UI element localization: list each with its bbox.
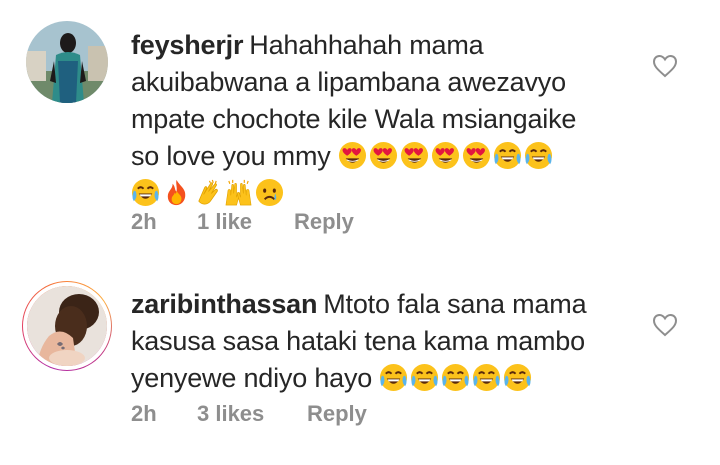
like-heart-icon[interactable] <box>652 54 678 78</box>
comment-timestamp: 2h <box>131 401 157 426</box>
raising-hands-icon <box>224 178 253 207</box>
comment-line: yenyewe ndiyo hayo <box>131 363 373 393</box>
tears-of-joy-icon <box>379 363 408 392</box>
comment-text: feysherjr Hahahhahah mama akuibabwana a l… <box>131 27 631 212</box>
reply-button[interactable]: Reply <box>294 209 354 235</box>
comment-item: zaribinthassan Mtoto fala sana mama kasus… <box>0 270 720 465</box>
comment-text: zaribinthassan Mtoto fala sana mama kasus… <box>131 286 631 397</box>
comment-timestamp: 2h <box>131 209 157 234</box>
heart-eyes-icon <box>400 141 429 170</box>
comment-line: Hahahhahah mama <box>249 30 484 60</box>
heart-eyes-icon <box>338 141 367 170</box>
crying-face-icon <box>255 178 284 207</box>
like-heart-icon[interactable] <box>652 313 678 337</box>
reply-button[interactable]: Reply <box>307 401 367 427</box>
tears-of-joy-icon <box>524 141 553 170</box>
comment-line: Mtoto fala sana mama <box>323 289 587 319</box>
fire-icon <box>162 178 191 207</box>
tears-of-joy-icon <box>472 363 501 392</box>
emoji-row <box>331 141 555 171</box>
comment-username[interactable]: feysherjr <box>131 30 243 60</box>
avatar[interactable] <box>23 282 111 370</box>
comment-line: akuibabwana a lipambana awezavyo <box>131 67 566 97</box>
comment-meta: 2h 3 likes Reply <box>131 401 367 427</box>
heart-eyes-icon <box>462 141 491 170</box>
heart-eyes-icon <box>431 141 460 170</box>
emoji-row <box>372 363 534 393</box>
comment-likes[interactable]: 3 likes <box>197 401 307 427</box>
heart-eyes-icon <box>369 141 398 170</box>
comment-username[interactable]: zaribinthassan <box>131 289 317 319</box>
comment-line: so love you mmy <box>131 141 331 171</box>
clapping-hands-icon <box>193 178 222 207</box>
emoji-row <box>131 178 286 208</box>
tears-of-joy-icon <box>493 141 522 170</box>
avatar-story-ring[interactable] <box>22 281 112 371</box>
comment-line: kasusa sasa hataki tena kama mambo <box>131 326 585 356</box>
tears-of-joy-icon <box>131 178 160 207</box>
comment-line: mpate chochote kile Wala msiangaike <box>131 104 577 134</box>
comment-likes[interactable]: 1 like <box>197 209 294 235</box>
tears-of-joy-icon <box>410 363 439 392</box>
tears-of-joy-icon <box>441 363 470 392</box>
avatar[interactable] <box>24 19 110 105</box>
comment-meta: 2h 1 like Reply <box>131 209 354 235</box>
comment-item: feysherjr Hahahhahah mama akuibabwana a l… <box>0 0 720 250</box>
tears-of-joy-icon <box>503 363 532 392</box>
